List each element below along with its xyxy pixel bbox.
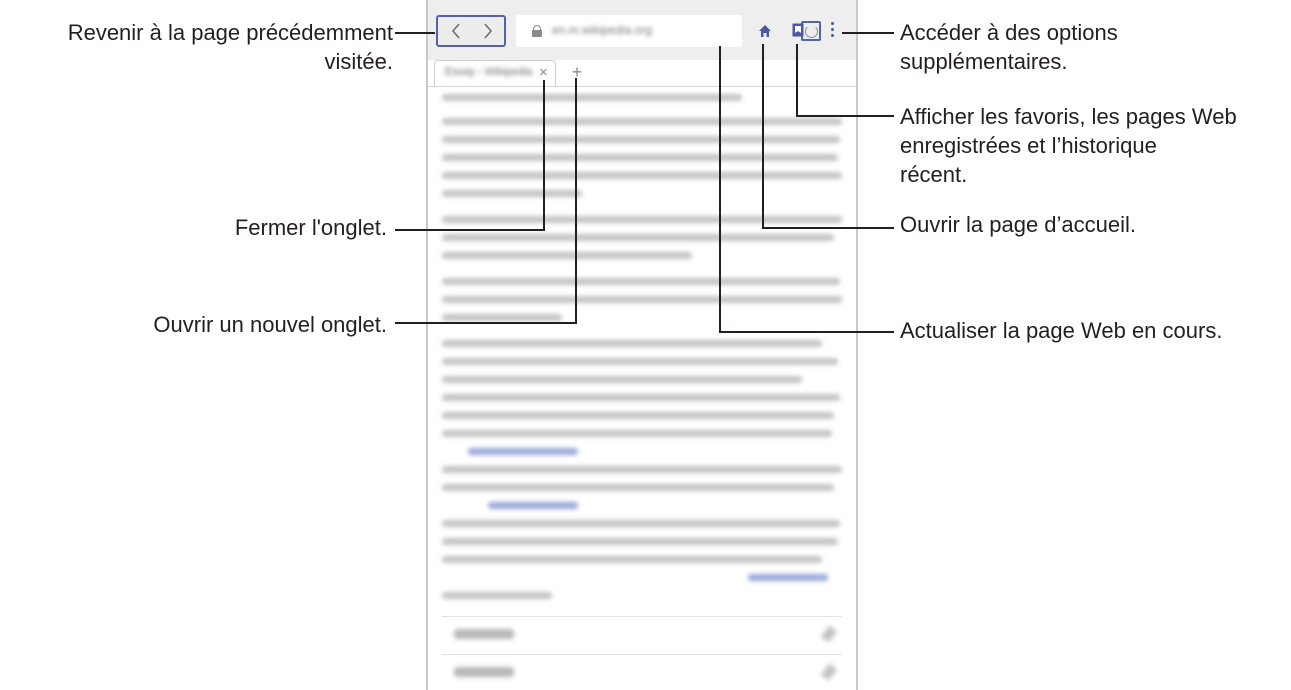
url-text: en.m.wikipedia.org bbox=[552, 23, 653, 37]
leader-back-forward bbox=[395, 32, 435, 34]
callout-new-tab: Ouvrir un nouvel onglet. bbox=[153, 312, 387, 337]
leader-close-tab bbox=[395, 229, 545, 231]
forward-button[interactable] bbox=[476, 21, 500, 41]
callout-line: supplémentaires. bbox=[900, 49, 1068, 74]
chevron-left-icon bbox=[451, 23, 460, 39]
leader-new-tab bbox=[395, 322, 577, 324]
leader-new-tab bbox=[575, 78, 577, 324]
chevron-right-icon bbox=[484, 23, 493, 39]
browser-screen: en.m.wikipedia.org Essay - Wikipedia × + bbox=[426, 0, 858, 690]
home-icon[interactable] bbox=[758, 24, 772, 38]
callout-line: récent. bbox=[900, 162, 968, 187]
callout-line: Accéder à des options bbox=[900, 20, 1118, 45]
leader-home bbox=[762, 44, 764, 229]
callout-reload: Actualiser la page Web en cours. bbox=[900, 318, 1223, 343]
leader-bookmarks bbox=[796, 44, 798, 117]
callout-home: Ouvrir la page d’accueil. bbox=[900, 212, 1137, 237]
page-content-blurred bbox=[428, 88, 856, 688]
collapsed-section[interactable] bbox=[442, 616, 842, 653]
collapsed-section[interactable] bbox=[442, 654, 842, 690]
callout-text: Afficher les favoris, les pages Web enreg… bbox=[900, 102, 1237, 189]
callout-line: Afficher les favoris, les pages Web bbox=[900, 104, 1237, 129]
bookmark-icon[interactable] bbox=[792, 23, 804, 38]
navigation-buttons bbox=[436, 15, 506, 47]
leader-reload bbox=[719, 46, 721, 333]
callout-bookmarks: Afficher les favoris, les pages Web enreg… bbox=[900, 102, 1237, 189]
back-button[interactable] bbox=[444, 21, 468, 41]
callout-back-forward: Revenir à la page précédemment visitée. bbox=[68, 18, 393, 76]
more-options-icon[interactable] bbox=[831, 22, 835, 38]
callout-line: visitée. bbox=[324, 49, 393, 74]
lock-icon bbox=[532, 25, 542, 37]
callout-text: Revenir à la page précédemment visitée. bbox=[68, 18, 393, 76]
browser-toolbar: en.m.wikipedia.org bbox=[428, 0, 856, 60]
callout-more-options: Accéder à des options supplémentaires. bbox=[900, 18, 1118, 76]
leader-more-options bbox=[842, 32, 894, 34]
address-bar[interactable]: en.m.wikipedia.org bbox=[516, 15, 821, 47]
reload-button[interactable] bbox=[801, 21, 821, 41]
browser-tab[interactable]: Essay - Wikipedia × bbox=[434, 60, 556, 87]
callout-close-tab: Fermer l'onglet. bbox=[234, 215, 387, 240]
leader-bookmarks bbox=[796, 115, 894, 117]
callout-line: Revenir à la page précédemment bbox=[67, 20, 393, 45]
leader-close-tab bbox=[543, 80, 545, 231]
callout-line: enregistrées et l’historique bbox=[900, 133, 1157, 158]
leader-reload bbox=[719, 331, 894, 333]
leader-home bbox=[762, 227, 894, 229]
new-tab-button[interactable]: + bbox=[564, 60, 590, 84]
callout-text: Accéder à des options supplémentaires. bbox=[900, 18, 1118, 76]
reload-icon bbox=[805, 25, 818, 38]
tab-title: Essay - Wikipedia bbox=[445, 66, 533, 78]
tab-strip-divider bbox=[428, 86, 856, 87]
